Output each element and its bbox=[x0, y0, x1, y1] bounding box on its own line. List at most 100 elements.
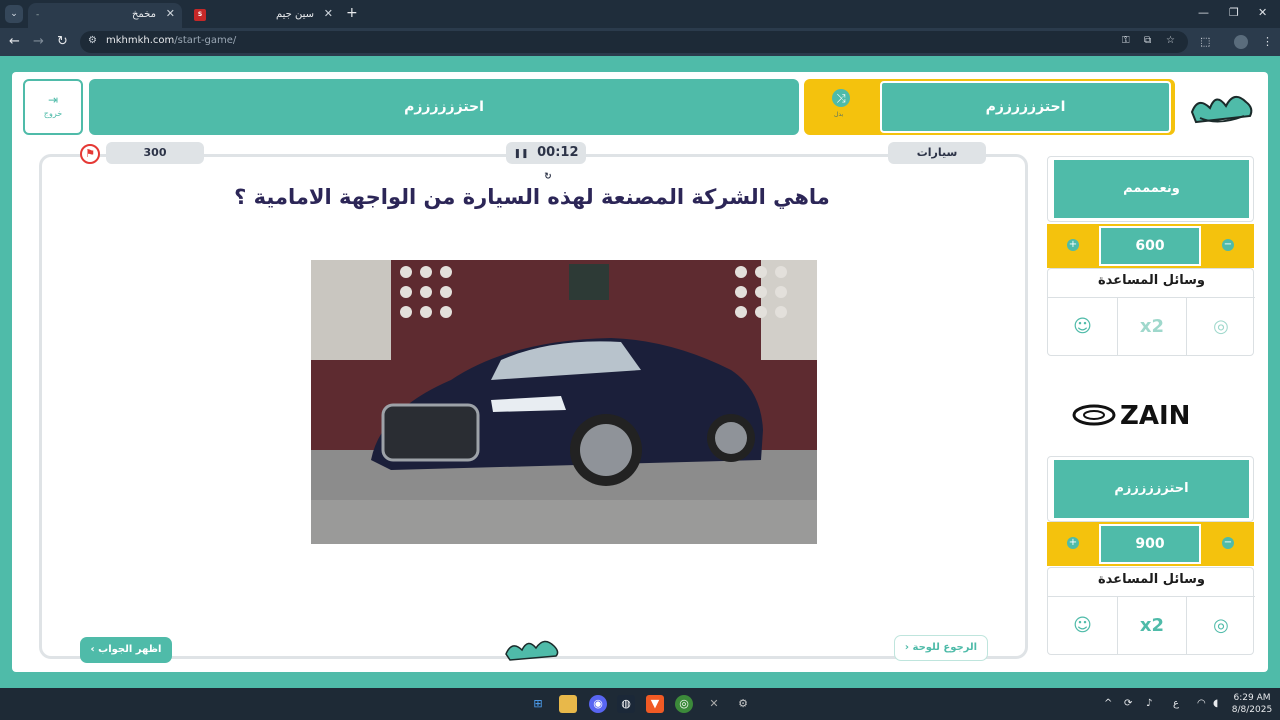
clock-time: 6:29 AM bbox=[1233, 693, 1271, 703]
url-path: /start-game/ bbox=[174, 35, 237, 46]
flag-icon[interactable]: ⚑ bbox=[80, 144, 100, 164]
score-row: + 600 − bbox=[1047, 224, 1254, 268]
tab-favicon: S bbox=[194, 9, 206, 21]
tab-title: مخمخ bbox=[131, 9, 156, 20]
xbox-icon[interactable]: ✕ bbox=[705, 695, 723, 713]
team-name-box: احتززززززم bbox=[1047, 456, 1254, 522]
timer-aid-icon[interactable]: ◎ bbox=[1186, 597, 1255, 655]
language-indicator[interactable]: ع bbox=[1173, 698, 1179, 709]
steam-icon[interactable]: ◍ bbox=[617, 695, 635, 713]
url-text: mkhmkh.com/start-game/ bbox=[106, 35, 236, 46]
exit-icon: ⇥ bbox=[47, 93, 59, 107]
chrome-icon[interactable]: ◎ bbox=[675, 695, 693, 713]
help-tools-box: وسائل المساعدة ☺ x2 ◎ bbox=[1047, 567, 1255, 655]
zain-logo: ZAIN bbox=[1072, 398, 1232, 432]
help-tools-box: وسائل المساعدة ☺ x2 ◎ bbox=[1047, 268, 1255, 356]
show-answer-label: اظهر الجواب bbox=[98, 644, 162, 655]
address-bar[interactable]: ⚙ mkhmkh.com/start-game/ ⚿ ⧉ ☆ bbox=[80, 31, 1188, 53]
minus-icon[interactable]: − bbox=[1222, 239, 1234, 251]
team-panel-2: احتززززززم + 900 − وسائل المساعدة ☺ x2 ◎ bbox=[1047, 456, 1255, 656]
key-icon[interactable]: ⚿ bbox=[1122, 35, 1130, 46]
browser-toolbar: ← → ↻ ⚙ mkhmkh.com/start-game/ ⚿ ⧉ ☆ ⬚ ⋮ bbox=[0, 28, 1280, 56]
team-name: ونعمممم bbox=[1054, 160, 1249, 218]
pause-icon[interactable]: ❚❚ bbox=[513, 149, 528, 159]
category-pill: سيارات bbox=[888, 142, 986, 164]
footer-logo-shape bbox=[505, 640, 559, 661]
discord-icon[interactable]: ◉ bbox=[589, 695, 607, 713]
replace-label: بدل bbox=[834, 111, 844, 118]
timer-value: 00:12 bbox=[537, 145, 579, 160]
app-icon[interactable]: ⚙ bbox=[734, 695, 752, 713]
menu-icon[interactable]: ⋮ bbox=[1262, 35, 1273, 48]
zain-wordmark: ZAIN bbox=[1120, 401, 1190, 431]
mkhmkh-footer-logo bbox=[504, 634, 562, 664]
help-tools-title: وسائل المساعدة bbox=[1098, 273, 1205, 288]
team-score: 900 bbox=[1099, 524, 1201, 564]
points-pill: 300 bbox=[106, 142, 204, 164]
turn-team-bar: احتززززززم bbox=[89, 79, 799, 135]
close-icon[interactable]: ✕ bbox=[166, 7, 175, 20]
star-icon[interactable]: ☆ bbox=[1166, 35, 1175, 46]
close-window-icon[interactable]: ✕ bbox=[1258, 6, 1267, 19]
question-text: ماهي الشركة المصنعة لهذه السيارة من الوا… bbox=[234, 185, 830, 209]
score-row: + 900 − bbox=[1047, 522, 1254, 566]
new-tab-icon[interactable]: + bbox=[346, 5, 358, 21]
url-host: mkhmkh.com bbox=[106, 35, 175, 46]
current-team-name: احتززززززم bbox=[880, 81, 1171, 133]
clock-date: 8/8/2025 bbox=[1231, 705, 1273, 715]
close-icon[interactable]: ✕ bbox=[324, 7, 333, 20]
volume-icon[interactable]: ◖ bbox=[1213, 698, 1218, 709]
replace-icon[interactable]: ⤨ bbox=[832, 89, 850, 107]
team-panel-1: ونعمممم + 600 − وسائل المساعدة ☺ x2 ◎ bbox=[1047, 156, 1255, 356]
tab-mkhmkh[interactable]: - مخمخ ✕ bbox=[28, 3, 182, 28]
avatar[interactable] bbox=[1234, 35, 1248, 49]
exit-button[interactable]: ⇥ خروج bbox=[23, 79, 83, 135]
brave-icon[interactable]: ▼ bbox=[646, 695, 664, 713]
team-score: 600 bbox=[1099, 226, 1201, 266]
timer-aid-icon[interactable]: ◎ bbox=[1186, 298, 1255, 356]
reload-icon[interactable]: ↻ bbox=[57, 34, 68, 49]
file-explorer-icon[interactable] bbox=[559, 695, 577, 713]
timer-pill: ❚❚ 00:12 ↻ bbox=[506, 142, 586, 182]
mkhmkh-logo bbox=[1190, 95, 1253, 124]
back-to-board-button[interactable]: الرجوع للوحة ‹ bbox=[894, 635, 988, 661]
clock[interactable]: 6:29 AM 8/8/2025 bbox=[1228, 692, 1276, 716]
tray-chevron-icon[interactable]: ^ bbox=[1104, 698, 1112, 709]
windows-start-icon[interactable]: ⊞ bbox=[529, 695, 547, 713]
restore-icon[interactable]: ❐ bbox=[1229, 6, 1239, 19]
minimize-icon[interactable]: — bbox=[1198, 6, 1209, 19]
plus-icon[interactable]: + bbox=[1067, 239, 1079, 251]
question-image bbox=[311, 260, 817, 544]
help-tools-title: وسائل المساعدة bbox=[1098, 572, 1205, 587]
browser-tabstrip: ⌄ - مخمخ ✕ S سين جيم ✕ + — ❐ ✕ bbox=[0, 0, 1280, 28]
team-name: احتززززززم bbox=[1054, 460, 1249, 518]
install-icon[interactable]: ⧉ bbox=[1144, 35, 1151, 46]
exit-label: خروج bbox=[43, 109, 63, 118]
double-points-icon[interactable]: x2 bbox=[1117, 597, 1186, 655]
extensions-icon[interactable]: ⬚ bbox=[1200, 35, 1210, 48]
tab-search-icon[interactable]: ⌄ bbox=[5, 5, 23, 23]
sync-icon[interactable]: ⟳ bbox=[1124, 698, 1132, 709]
current-team-bar: ⤨ بدل احتززززززم bbox=[804, 79, 1175, 135]
reset-timer-icon[interactable]: ↻ bbox=[544, 172, 552, 182]
team-name-box: ونعمممم bbox=[1047, 156, 1254, 222]
call-friend-icon[interactable]: ☺ bbox=[1048, 298, 1117, 356]
back-label: الرجوع للوحة bbox=[912, 642, 978, 653]
minus-icon[interactable]: − bbox=[1222, 537, 1234, 549]
forward-icon[interactable]: → bbox=[33, 34, 44, 49]
mic-icon[interactable]: ♪ bbox=[1146, 698, 1152, 709]
tab-favicon: - bbox=[36, 10, 40, 20]
taskbar: ⊞ ◉ ◍ ▼ ◎ ✕ ⚙ ^ ⟳ ♪ ع ◠ ◖ 6:29 AM 8/8/20… bbox=[0, 688, 1280, 720]
site-info-icon[interactable]: ⚙ bbox=[88, 35, 97, 46]
tab-title: سين جيم bbox=[275, 9, 314, 20]
tab-seen-jeem[interactable]: S سين جيم ✕ bbox=[186, 3, 340, 28]
double-points-icon[interactable]: x2 bbox=[1117, 298, 1186, 356]
back-icon[interactable]: ← bbox=[9, 34, 20, 49]
plus-icon[interactable]: + bbox=[1067, 537, 1079, 549]
call-friend-icon[interactable]: ☺ bbox=[1048, 597, 1117, 655]
zain-logo-mark: ZAIN bbox=[1072, 401, 1190, 431]
show-answer-button[interactable]: اظهر الجواب › bbox=[80, 637, 172, 663]
question-card: ماهي الشركة المصنعة لهذه السيارة من الوا… bbox=[39, 154, 1028, 659]
wifi-icon[interactable]: ◠ bbox=[1197, 698, 1206, 709]
car-photo bbox=[311, 260, 817, 544]
